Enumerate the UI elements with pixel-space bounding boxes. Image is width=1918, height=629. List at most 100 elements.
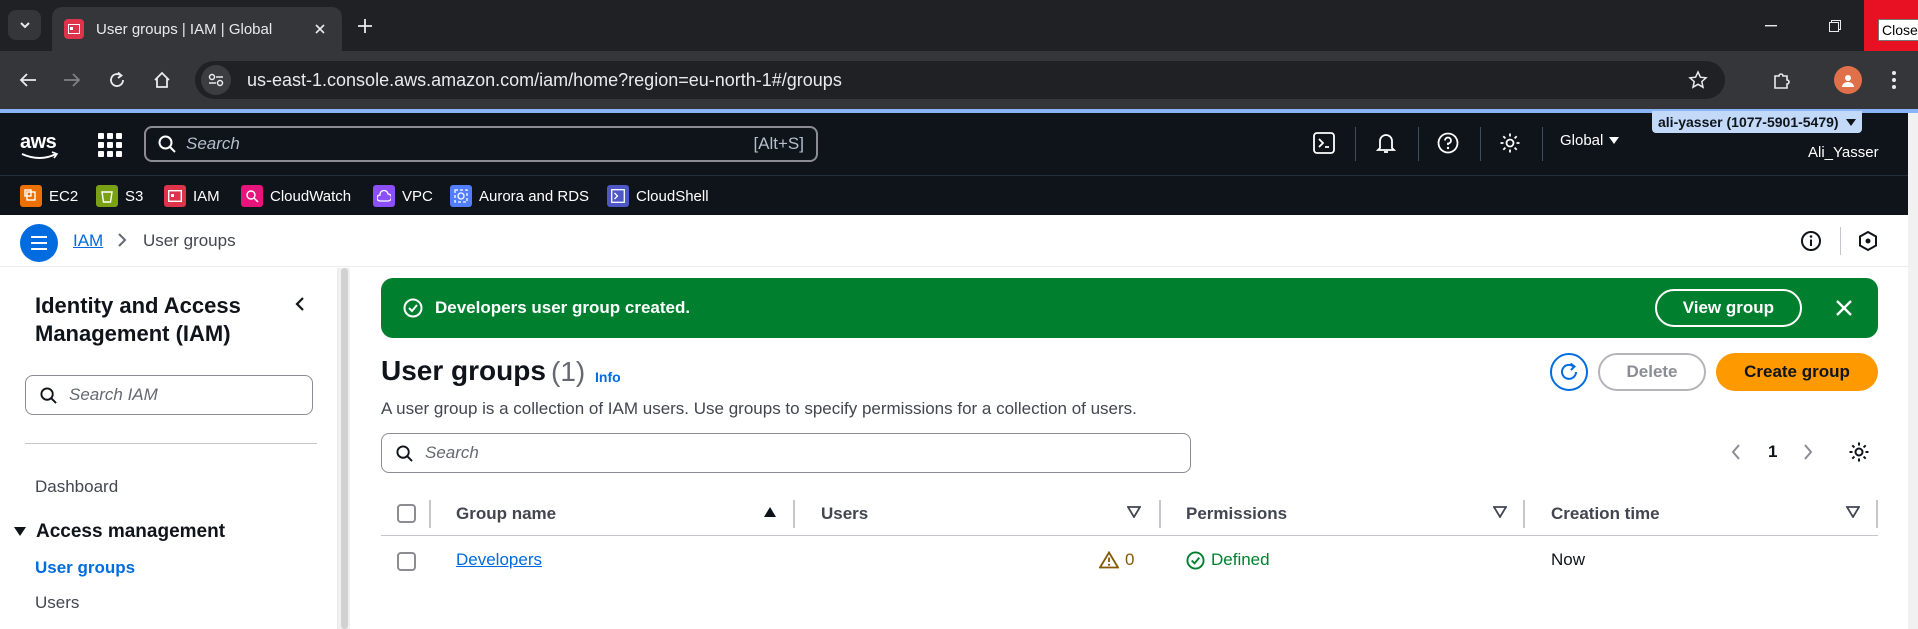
back-arrow-icon[interactable] (14, 66, 42, 94)
column-header-group-name[interactable]: Group name (456, 504, 556, 524)
aws-top-nav: aws Search [Alt+S] Global ali-yasser (10… (0, 111, 1908, 175)
nav-divider (1418, 127, 1419, 161)
cloudwatch-icon (241, 185, 263, 207)
home-icon[interactable] (148, 66, 176, 94)
column-header-creation-time[interactable]: Creation time (1551, 504, 1660, 524)
column-divider (429, 500, 431, 528)
info-link[interactable]: Info (595, 369, 621, 385)
notifications-bell-icon[interactable] (1372, 129, 1400, 157)
search-icon (396, 444, 413, 462)
table-preferences-gear-icon[interactable] (1848, 441, 1870, 463)
users-count-cell: 0 (1099, 550, 1134, 570)
sidebar-item-user-groups[interactable]: User groups (35, 558, 135, 578)
chevron-right-icon (118, 233, 127, 247)
collapse-sidebar-chevron-left-icon[interactable] (290, 294, 310, 314)
iam-favicon-icon (64, 19, 84, 39)
sidebar-scrollbar-thumb[interactable] (341, 268, 348, 629)
vpc-cloud-icon (373, 185, 395, 207)
site-info-icon[interactable] (201, 65, 231, 95)
url-text: us-east-1.console.aws.amazon.com/iam/hom… (247, 69, 842, 90)
breadcrumb-iam-link[interactable]: IAM (73, 231, 103, 251)
sort-unsorted-icon[interactable] (1846, 506, 1860, 518)
page-description: A user group is a collection of IAM user… (381, 399, 1137, 418)
refresh-button[interactable] (1550, 353, 1588, 391)
new-tab-plus-icon[interactable] (353, 14, 377, 38)
table-header-row: Group name Users Permissions Creation ti… (381, 492, 1878, 536)
page-scrollbar-track[interactable] (1908, 113, 1918, 629)
aws-search-input[interactable]: Search [Alt+S] (144, 126, 818, 162)
column-divider (1523, 500, 1525, 528)
favorites-bar: EC2 S3 IAM CloudWatch VPC Aurora and RDS… (0, 175, 1908, 215)
forward-arrow-icon[interactable] (58, 66, 86, 94)
favorite-s3[interactable]: S3 (96, 185, 143, 207)
favorite-cloudshell[interactable]: CloudShell (607, 185, 709, 207)
search-shortcut-hint: [Alt+S] (753, 134, 804, 153)
create-group-button[interactable]: Create group (1716, 353, 1878, 391)
bookmark-star-icon[interactable] (1685, 67, 1711, 93)
column-header-permissions[interactable]: Permissions (1186, 504, 1287, 524)
aws-logo[interactable]: aws (20, 131, 62, 161)
sidebar: Identity and Access Management (IAM) Sea… (0, 268, 338, 629)
extensions-puzzle-icon[interactable] (1768, 66, 1796, 94)
favorite-label: S3 (125, 187, 144, 205)
info-circle-icon[interactable] (1799, 229, 1823, 253)
breadcrumb-bar: IAM User groups (0, 215, 1908, 267)
favorite-aurora-rds[interactable]: Aurora and RDS (450, 185, 589, 207)
sidebar-section-access-management[interactable]: Access management (14, 521, 225, 543)
s3-bucket-icon (96, 185, 118, 207)
account-menu[interactable]: ali-yasser (1077-5901-5479) (1652, 111, 1863, 133)
side-nav-toggle-menu-icon[interactable] (20, 224, 58, 262)
services-grid-icon[interactable] (98, 133, 122, 157)
search-icon (40, 386, 57, 404)
column-divider (1876, 500, 1878, 528)
sort-unsorted-icon[interactable] (1493, 506, 1507, 518)
browser-toolbar: us-east-1.console.aws.amazon.com/iam/hom… (0, 51, 1918, 109)
table-search-input[interactable]: Search (381, 433, 1191, 473)
dismiss-flash-close-icon[interactable] (1832, 296, 1856, 320)
favorite-ec2[interactable]: EC2 (20, 185, 78, 207)
delete-button[interactable]: Delete (1598, 353, 1706, 391)
group-name-link[interactable]: Developers (456, 550, 542, 570)
aws-search-placeholder: Search (186, 134, 240, 153)
account-label: ali-yasser (1077-5901-5479) (1658, 114, 1839, 130)
favorite-iam[interactable]: IAM (164, 185, 220, 207)
window-restore-icon[interactable] (1806, 0, 1864, 51)
sidebar-search-input[interactable]: Search IAM (25, 375, 313, 415)
sort-unsorted-icon[interactable] (1127, 506, 1141, 518)
browser-tab-active[interactable]: User groups | IAM | Global (52, 7, 342, 51)
settings-gear-icon[interactable] (1496, 129, 1524, 157)
users-count: 0 (1125, 550, 1135, 569)
security-hexagon-icon[interactable] (1856, 229, 1880, 253)
cloudshell-icon[interactable] (1310, 129, 1338, 157)
pagination-next-chevron-icon[interactable] (1802, 443, 1814, 461)
window-minimize-icon[interactable] (1742, 0, 1800, 51)
column-header-users[interactable]: Users (821, 504, 868, 524)
column-divider (1159, 500, 1161, 528)
nav-divider (1480, 127, 1481, 161)
sidebar-item-users[interactable]: Users (35, 593, 79, 613)
permissions-cell: Defined (1186, 550, 1270, 570)
favorite-cloudwatch[interactable]: CloudWatch (241, 185, 351, 207)
reload-icon[interactable] (103, 66, 131, 94)
profile-avatar[interactable] (1834, 66, 1862, 94)
table-row[interactable]: Developers 0 Defined Now (381, 537, 1878, 585)
pagination-prev-chevron-icon[interactable] (1730, 443, 1742, 461)
select-all-checkbox[interactable] (397, 504, 416, 523)
tab-close-icon[interactable] (310, 19, 330, 39)
browser-menu-icon[interactable] (1880, 66, 1908, 94)
address-bar[interactable]: us-east-1.console.aws.amazon.com/iam/hom… (195, 61, 1725, 99)
view-group-button[interactable]: View group (1654, 289, 1802, 327)
region-selector[interactable]: Global (1560, 132, 1620, 149)
username: Ali_Yasser (1808, 144, 1879, 161)
sort-ascending-icon[interactable] (763, 506, 777, 518)
check-circle-icon (403, 298, 423, 318)
sidebar-search-placeholder: Search IAM (69, 385, 158, 404)
pagination-page-number[interactable]: 1 (1768, 442, 1777, 462)
iam-icon (164, 185, 186, 207)
row-checkbox[interactable] (397, 552, 416, 571)
favorite-vpc[interactable]: VPC (373, 185, 433, 207)
help-icon[interactable] (1434, 129, 1462, 157)
tab-search-button[interactable] (8, 10, 41, 40)
caret-down-icon (1609, 136, 1620, 144)
sidebar-item-dashboard[interactable]: Dashboard (35, 477, 118, 497)
